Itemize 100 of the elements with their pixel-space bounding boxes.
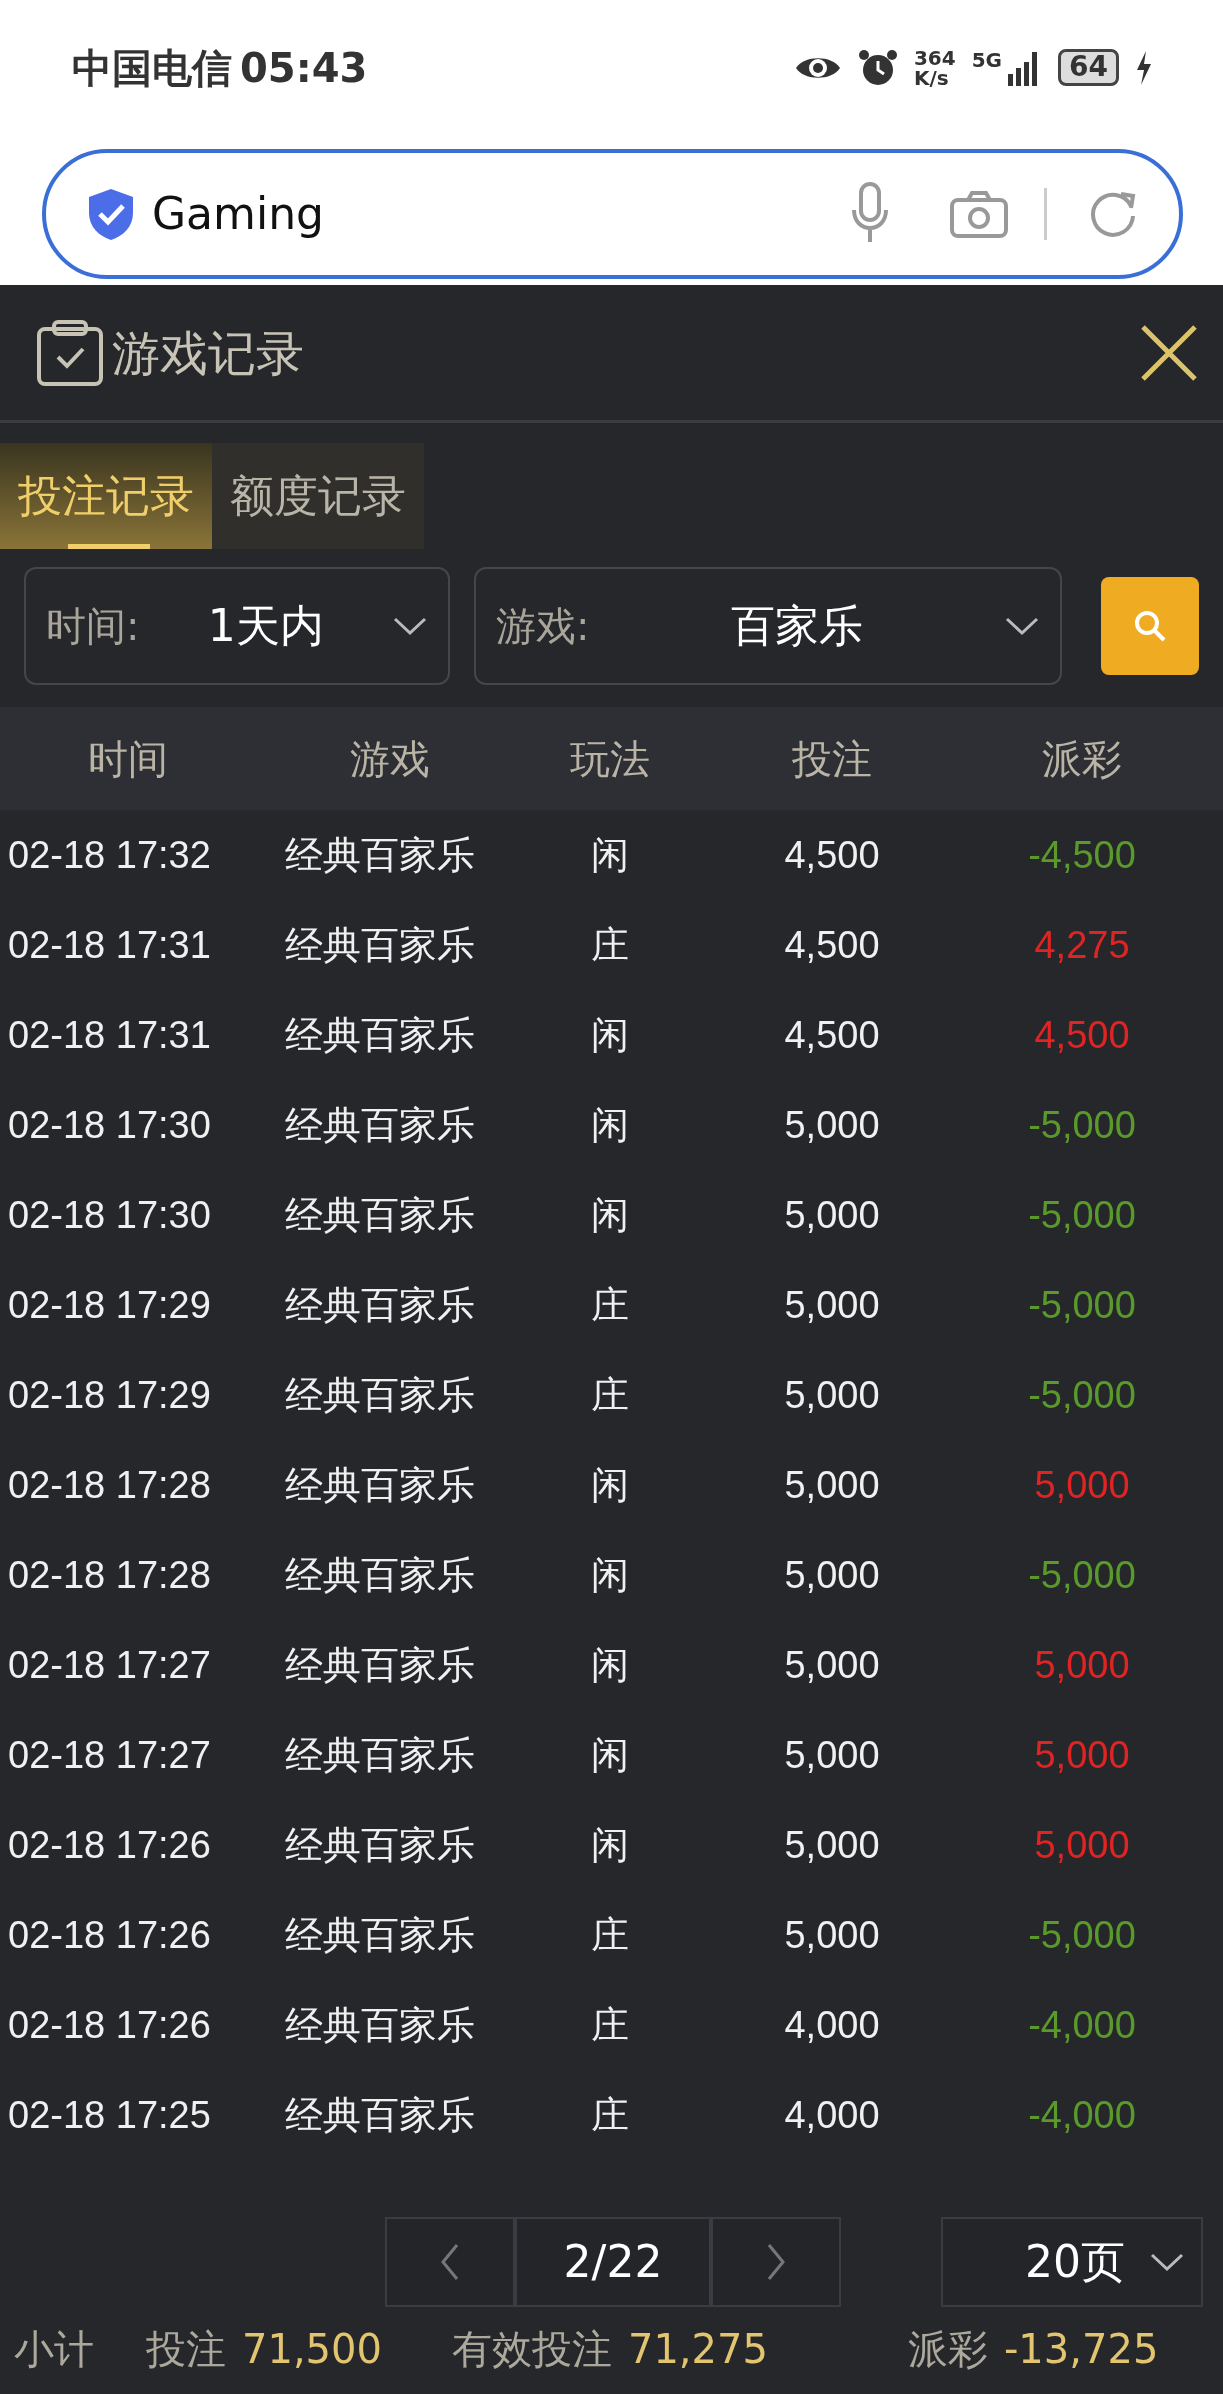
filter-value: 1天内: [206, 599, 325, 653]
table-cell-text: 5,000: [783, 1282, 881, 1328]
table-cell-text: -5,000: [1027, 1282, 1137, 1328]
filter-dropdown[interactable]: 游戏: 百家乐: [474, 567, 1062, 685]
table-cell-text: 经典百家乐: [285, 1282, 476, 1328]
table-cell-text: 经典百家乐: [285, 1732, 476, 1778]
table-cell-text: 经典百家乐: [285, 1552, 476, 1598]
filter-dropdown[interactable]: 时间: 1天内: [24, 567, 450, 685]
summary-label: 小计: [14, 2325, 94, 2374]
table-cell-text: -5,000: [1027, 1552, 1137, 1598]
table-cell-text: 02-18 17:25: [7, 2092, 212, 2138]
table-cell-text: 5,000: [1033, 1732, 1131, 1778]
chevron-right-icon: [766, 2242, 786, 2282]
summary-label: 投注: [146, 2325, 226, 2374]
table-cell-text: 经典百家乐: [285, 1192, 476, 1238]
table-cell-text: 闲: [590, 1462, 630, 1508]
chevron-left-icon: [440, 2242, 460, 2282]
page-size-value: 20页: [1025, 2235, 1125, 2289]
table-cell-text: 4,500: [783, 1012, 881, 1058]
address-bar[interactable]: Gaming: [42, 149, 1183, 279]
table-cell-text: 4,275: [1033, 922, 1131, 968]
clipboard-check-icon: [36, 318, 104, 387]
search-button[interactable]: [1101, 577, 1199, 675]
filter-value: 百家乐: [729, 599, 864, 653]
close-icon[interactable]: [1139, 322, 1199, 383]
net-speed-unit: K/s: [913, 67, 950, 88]
table-cell-text: 闲: [590, 1012, 630, 1058]
table-cell-text: 经典百家乐: [285, 1102, 476, 1148]
next-page-button[interactable]: [711, 2217, 841, 2307]
carrier-name: 中国电信: [72, 43, 232, 93]
table-cell-text: 5,000: [783, 1642, 881, 1688]
table-cell-text: 4,500: [783, 922, 881, 968]
table-cell-text: 02-18 17:26: [7, 1822, 212, 1868]
table-cell-text: -5,000: [1027, 1912, 1137, 1958]
clock-time: 05:43: [240, 43, 368, 93]
table-cell-text: 4,000: [783, 2092, 881, 2138]
table-cell-text: 02-18 17:27: [7, 1732, 212, 1778]
table-cell-text: 02-18 17:30: [7, 1102, 212, 1148]
table-cell-text: 闲: [590, 832, 630, 878]
charging-icon: [1135, 50, 1153, 85]
table-cell-text: 02-18 17:28: [7, 1552, 212, 1598]
chevron-down-icon: [1004, 616, 1040, 636]
table-cell-text: 02-18 17:29: [7, 1282, 212, 1328]
column-header: 游戏: [349, 734, 431, 784]
table-cell-text: 庄: [590, 1282, 630, 1328]
table-cell-text: 闲: [590, 1102, 630, 1148]
column-header: 投注: [791, 734, 873, 784]
alarm-clock-icon: [857, 47, 898, 88]
table-cell-text: 4,000: [783, 2002, 881, 2048]
tab[interactable]: 投注记录: [0, 443, 212, 549]
table-cell-text: -5,000: [1027, 1102, 1137, 1148]
shield-check-icon: [86, 187, 136, 241]
table-cell-text: 02-18 17:29: [7, 1372, 212, 1418]
summary-value: 71,275: [627, 2325, 768, 2374]
table-cell-text: 02-18 17:28: [7, 1462, 212, 1508]
table-cell-text: 经典百家乐: [285, 1822, 476, 1868]
table-cell-text: 02-18 17:30: [7, 1192, 212, 1238]
table-cell-text: 5,000: [783, 1822, 881, 1868]
table-cell-text: 4,500: [1033, 1012, 1131, 1058]
table-cell-text: 5,000: [783, 1462, 881, 1508]
table-cell-text: 5,000: [783, 1192, 881, 1238]
table-cell-text: 经典百家乐: [285, 1012, 476, 1058]
summary-label: 有效投注: [451, 2325, 612, 2374]
network-type: 5G: [971, 49, 1003, 70]
table-cell-text: 经典百家乐: [285, 2092, 476, 2138]
dialog-title: 游戏记录: [112, 323, 305, 383]
table-cell-text: 庄: [590, 2002, 630, 2048]
table-cell-text: -4,000: [1027, 2092, 1137, 2138]
camera-icon[interactable]: [950, 190, 1008, 238]
table-cell-text: -5,000: [1027, 1192, 1137, 1238]
table-cell-text: 5,000: [783, 1372, 881, 1418]
table-cell-text: 5,000: [783, 1912, 881, 1958]
table-cell-text: 经典百家乐: [285, 2002, 476, 2048]
filter-label: 游戏:: [496, 602, 590, 651]
table-cell-text: 经典百家乐: [285, 1912, 476, 1958]
tab[interactable]: 额度记录: [212, 443, 424, 549]
table-cell-text: -5,000: [1027, 1372, 1137, 1418]
search-icon: [1132, 608, 1168, 644]
table-cell-text: 庄: [590, 922, 630, 968]
column-header: 时间: [87, 734, 169, 784]
summary-label: 派彩: [907, 2325, 988, 2374]
previous-page-button[interactable]: [385, 2217, 515, 2307]
table-cell-text: 02-18 17:31: [7, 922, 212, 968]
table-cell-text: 闲: [590, 1642, 630, 1688]
page-indicator: 2/22: [515, 2217, 711, 2307]
table-cell-text: 5,000: [783, 1732, 881, 1778]
table-cell-text: 5,000: [783, 1102, 881, 1148]
table-cell-text: 庄: [590, 1912, 630, 1958]
column-header: 派彩: [1041, 734, 1123, 784]
table-cell-text: 庄: [590, 1372, 630, 1418]
table-cell-text: 5,000: [783, 1552, 881, 1598]
table-cell-text: 02-18 17:26: [7, 2002, 212, 2048]
page-size-dropdown[interactable]: 20页: [941, 2217, 1203, 2307]
address-text: Gaming: [152, 187, 325, 241]
table-cell-text: 庄: [590, 2092, 630, 2138]
table-cell-text: 经典百家乐: [285, 1462, 476, 1508]
table-cell-text: 闲: [590, 1822, 630, 1868]
column-header: 玩法: [569, 734, 651, 784]
summary-value: -13,725: [1003, 2325, 1159, 2374]
table-cell-text: -4,000: [1027, 2002, 1137, 2048]
